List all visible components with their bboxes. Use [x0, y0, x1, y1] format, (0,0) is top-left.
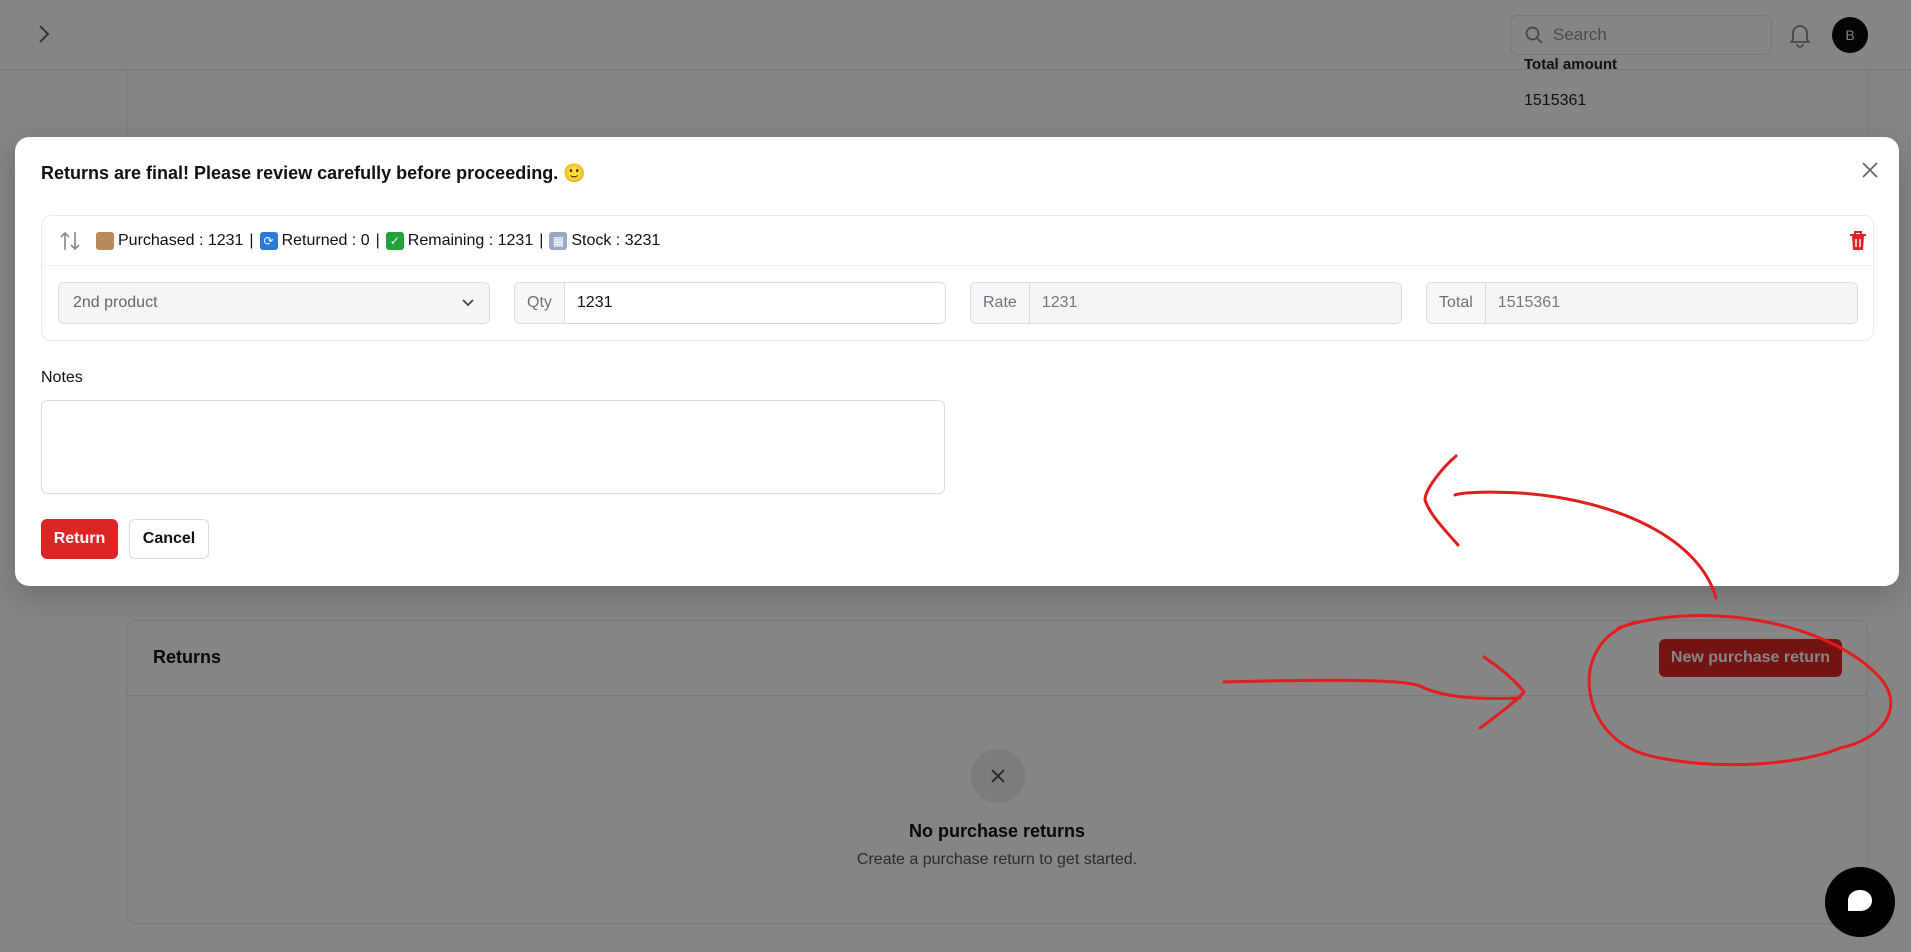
- chat-bubble-icon: [1848, 890, 1872, 911]
- modal-title: Returns are final! Please review careful…: [41, 163, 586, 183]
- rate-input: 1231: [1029, 283, 1401, 323]
- separator: |: [249, 231, 254, 249]
- total-field: Total 1515361: [1426, 282, 1858, 324]
- returned-stat: ⟳ Returned : 0: [259, 231, 370, 250]
- notes-label: Notes: [41, 369, 83, 386]
- rate-label: Rate: [971, 283, 1030, 323]
- cancel-button[interactable]: Cancel: [129, 519, 209, 559]
- purchased-text: Purchased : 1231: [118, 231, 244, 249]
- purchased-stat: Purchased : 1231: [96, 231, 244, 250]
- qty-field[interactable]: Qty 1231: [514, 282, 946, 324]
- box-icon: [96, 231, 114, 250]
- notes-textarea[interactable]: [41, 400, 945, 494]
- return-item-card: Purchased : 1231 | ⟳ Returned : 0 | ✓ Re…: [41, 215, 1874, 341]
- chevron-down-icon: [462, 299, 474, 307]
- qty-input[interactable]: 1231: [565, 283, 945, 323]
- chat-widget-button[interactable]: [1825, 867, 1895, 937]
- separator: |: [539, 231, 544, 249]
- check-mark-icon: ✓: [385, 231, 404, 250]
- trash-icon: [1850, 231, 1866, 250]
- rate-field: Rate 1231: [970, 282, 1402, 324]
- remaining-text: Remaining : 1231: [407, 231, 534, 249]
- stock-text: Stock : 3231: [571, 231, 661, 249]
- total-label: Total: [1427, 283, 1486, 323]
- qty-label: Qty: [515, 283, 565, 323]
- remaining-stat: ✓ Remaining : 1231: [385, 231, 534, 250]
- return-button[interactable]: Return: [41, 519, 118, 559]
- separator: |: [375, 231, 380, 249]
- cycle-icon: ⟳: [259, 231, 278, 250]
- returned-text: Returned : 0: [281, 231, 370, 249]
- arrows-updown-icon[interactable]: [60, 230, 80, 252]
- total-input: 1515361: [1485, 283, 1857, 323]
- stock-stat: ▦ Stock : 3231: [549, 231, 661, 250]
- return-modal: Returns are final! Please review careful…: [15, 137, 1899, 586]
- product-select[interactable]: 2nd product: [58, 282, 490, 324]
- close-modal-button[interactable]: [1857, 157, 1883, 183]
- product-select-value: 2nd product: [73, 294, 158, 311]
- item-stock-info: Purchased : 1231 | ⟳ Returned : 0 | ✓ Re…: [42, 216, 1873, 266]
- delete-item-button[interactable]: [1848, 230, 1868, 252]
- close-icon: [1862, 162, 1878, 178]
- warehouse-icon: ▦: [549, 231, 568, 250]
